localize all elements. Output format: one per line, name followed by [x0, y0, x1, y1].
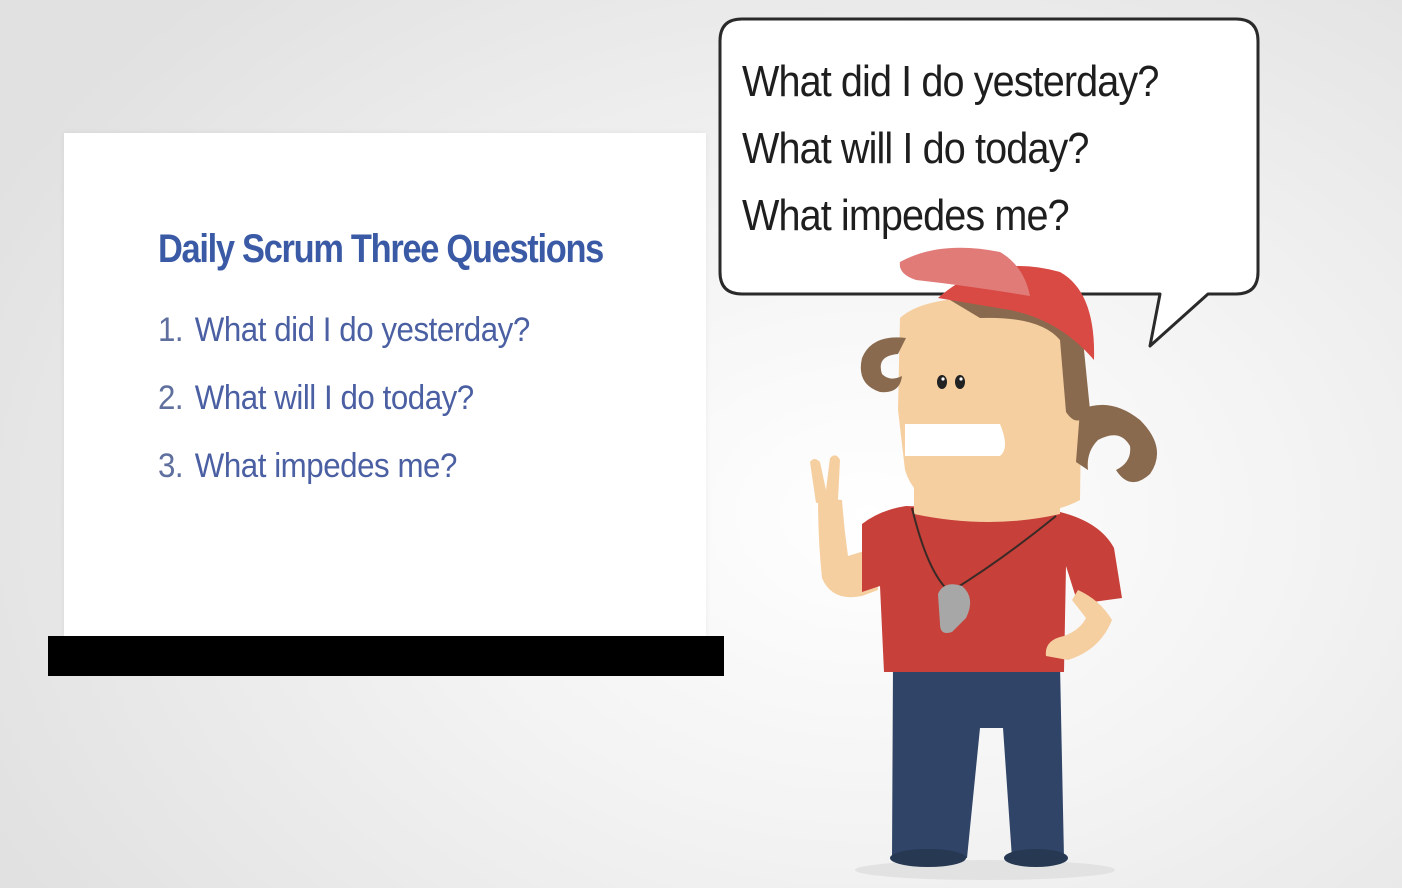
right-shoe	[1004, 849, 1068, 867]
bubble-line: What will I do today?	[742, 124, 1089, 173]
scrum-master-character	[810, 247, 1158, 880]
left-eye	[937, 375, 947, 389]
ground-shadow	[855, 860, 1115, 880]
speech-bubble-text: What did I do yesterday? What will I do …	[742, 48, 1159, 249]
pants	[892, 665, 1064, 858]
right-eye	[955, 375, 965, 389]
ponytail-curl	[1076, 404, 1158, 483]
left-shoe	[890, 849, 966, 867]
mouth	[905, 424, 1005, 456]
bubble-line: What impedes me?	[742, 191, 1070, 240]
fingers	[810, 455, 840, 503]
bubble-line: What did I do yesterday?	[742, 57, 1159, 106]
